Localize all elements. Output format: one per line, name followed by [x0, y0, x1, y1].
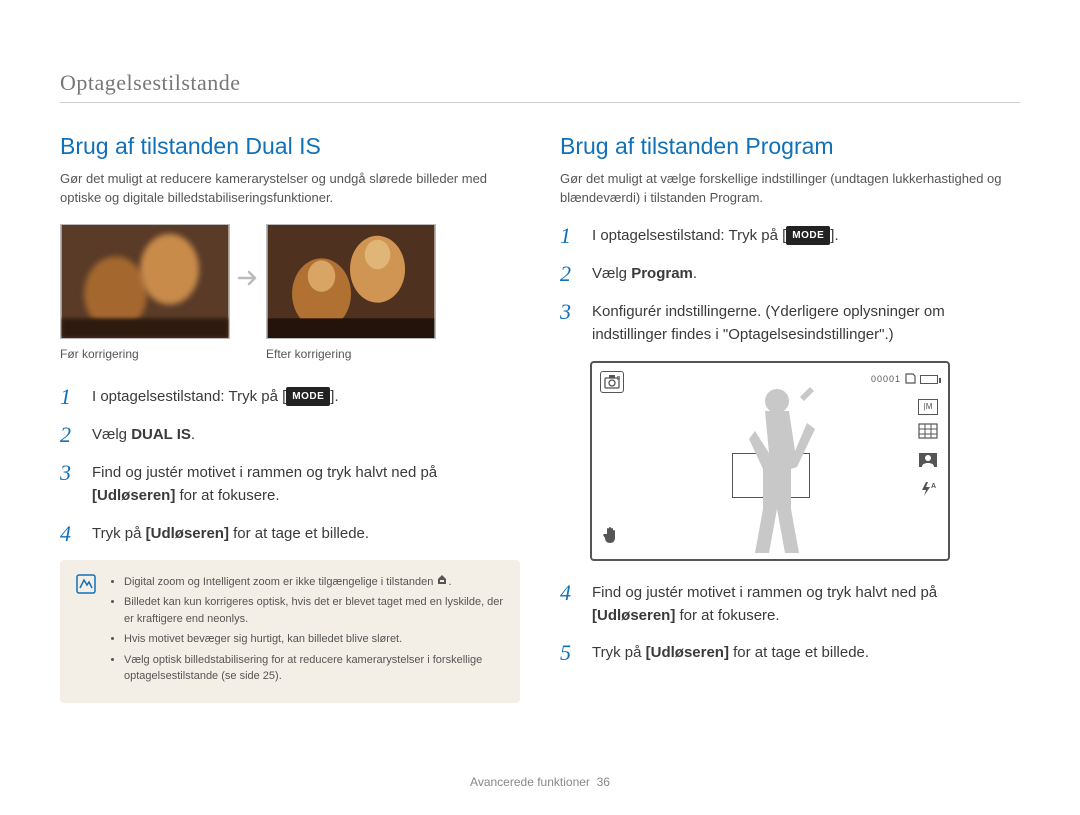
- dual-is-icon: [436, 574, 448, 586]
- step-4: 4 Find og justér motivet i rammen og try…: [560, 581, 1020, 628]
- step-body: Tryk på [Udløseren] for at tage et bille…: [592, 641, 1020, 665]
- arrow-icon: [230, 267, 266, 295]
- note-item: Billedet kan kun korrigeres optisk, hvis…: [124, 594, 504, 627]
- flash-auto-icon: A: [918, 481, 938, 502]
- photo-before: [60, 224, 230, 339]
- resolution-icon: |M: [918, 399, 938, 415]
- section-header: Optagelsestilstande: [60, 70, 1020, 96]
- step-body: I optagelsestilstand: Tryk på [MODE].: [92, 385, 520, 409]
- note-item: Hvis motivet bevæger sig hurtigt, kan bi…: [124, 631, 504, 648]
- step-3: 3 Konfigurér indstillingerne. (Yderliger…: [560, 300, 1020, 347]
- note-item: Digital zoom og Intelligent zoom er ikke…: [124, 574, 504, 591]
- mode-indicator-icon: P: [600, 371, 624, 393]
- step-number: 1: [560, 224, 578, 248]
- header-rule: [60, 102, 1020, 103]
- step-1: 1 I optagelsestilstand: Tryk på [MODE].: [560, 224, 1020, 248]
- shot-counter: 00001: [871, 374, 901, 384]
- step-2: 2 Vælg DUAL IS.: [60, 423, 520, 447]
- caption-row: Før korrigering Efter korrigering: [60, 347, 520, 361]
- step-number: 3: [60, 461, 78, 508]
- person-silhouette-icon: [722, 383, 832, 558]
- step-body: Find og justér motivet i rammen og tryk …: [592, 581, 1020, 628]
- quality-icon: [918, 423, 938, 444]
- step-3: 3 Find og justér motivet i rammen og try…: [60, 461, 520, 508]
- right-icon-column: |M A: [918, 399, 938, 502]
- step-number: 2: [60, 423, 78, 447]
- caption-after: Efter korrigering: [266, 347, 351, 361]
- card-icon: [905, 373, 916, 386]
- battery-icon: [920, 375, 938, 384]
- camera-screen-preview: P 00001 |M A: [590, 361, 950, 561]
- note-item: Vælg optisk billedstabilisering for at r…: [124, 652, 504, 685]
- intro-program: Gør det muligt at vælge forskellige inds…: [560, 170, 1020, 208]
- stabilization-icon: [602, 526, 620, 549]
- step-2: 2 Vælg Program.: [560, 262, 1020, 286]
- step-1: 1 I optagelsestilstand: Tryk på [MODE].: [60, 385, 520, 409]
- step-number: 3: [560, 300, 578, 347]
- step-body: Tryk på [Udløseren] for at tage et bille…: [92, 522, 520, 546]
- page-number: 36: [597, 775, 610, 789]
- column-right: Brug af tilstanden Program Gør det mulig…: [560, 133, 1020, 703]
- step-body: Find og justér motivet i rammen og tryk …: [92, 461, 520, 508]
- status-top-right: 00001: [871, 373, 938, 386]
- step-body: I optagelsestilstand: Tryk på [MODE].: [592, 224, 1020, 248]
- note-box: Digital zoom og Intelligent zoom er ikke…: [60, 560, 520, 703]
- footer-label: Avancerede funktioner: [470, 775, 590, 789]
- step-5: 5 Tryk på [Udløseren] for at tage et bil…: [560, 641, 1020, 665]
- steps-program-cont: 4 Find og justér motivet i rammen og try…: [560, 581, 1020, 666]
- face-detect-icon: [918, 452, 938, 473]
- step-body: Vælg DUAL IS.: [92, 423, 520, 447]
- intro-dual-is: Gør det muligt at reducere kamerarystels…: [60, 170, 520, 208]
- topic-title-program: Brug af tilstanden Program: [560, 133, 1020, 160]
- footer: Avancerede funktioner 36: [0, 775, 1080, 789]
- step-body: Konfigurér indstillingerne. (Yderligere …: [592, 300, 1020, 347]
- step-number: 1: [60, 385, 78, 409]
- step-4: 4 Tryk på [Udløseren] for at tage et bil…: [60, 522, 520, 546]
- step-number: 4: [560, 581, 578, 628]
- note-list: Digital zoom og Intelligent zoom er ikke…: [108, 574, 504, 689]
- mode-button-icon: MODE: [286, 387, 330, 407]
- svg-text:A: A: [931, 483, 936, 490]
- step-number: 2: [560, 262, 578, 286]
- mode-button-icon: MODE: [786, 226, 830, 246]
- step-number: 5: [560, 641, 578, 665]
- steps-program: 1 I optagelsestilstand: Tryk på [MODE]. …: [560, 224, 1020, 347]
- step-number: 4: [60, 522, 78, 546]
- caption-before: Før korrigering: [60, 347, 266, 361]
- columns: Brug af tilstanden Dual IS Gør det mulig…: [60, 133, 1020, 703]
- page: Optagelsestilstande Brug af tilstanden D…: [0, 0, 1080, 815]
- comparison-images: [60, 224, 520, 339]
- svg-text:P: P: [617, 376, 620, 382]
- column-left: Brug af tilstanden Dual IS Gør det mulig…: [60, 133, 520, 703]
- note-icon: [76, 574, 96, 594]
- photo-after: [266, 224, 436, 339]
- step-body: Vælg Program.: [592, 262, 1020, 286]
- steps-dual-is: 1 I optagelsestilstand: Tryk på [MODE]. …: [60, 385, 520, 546]
- topic-title-dual-is: Brug af tilstanden Dual IS: [60, 133, 520, 160]
